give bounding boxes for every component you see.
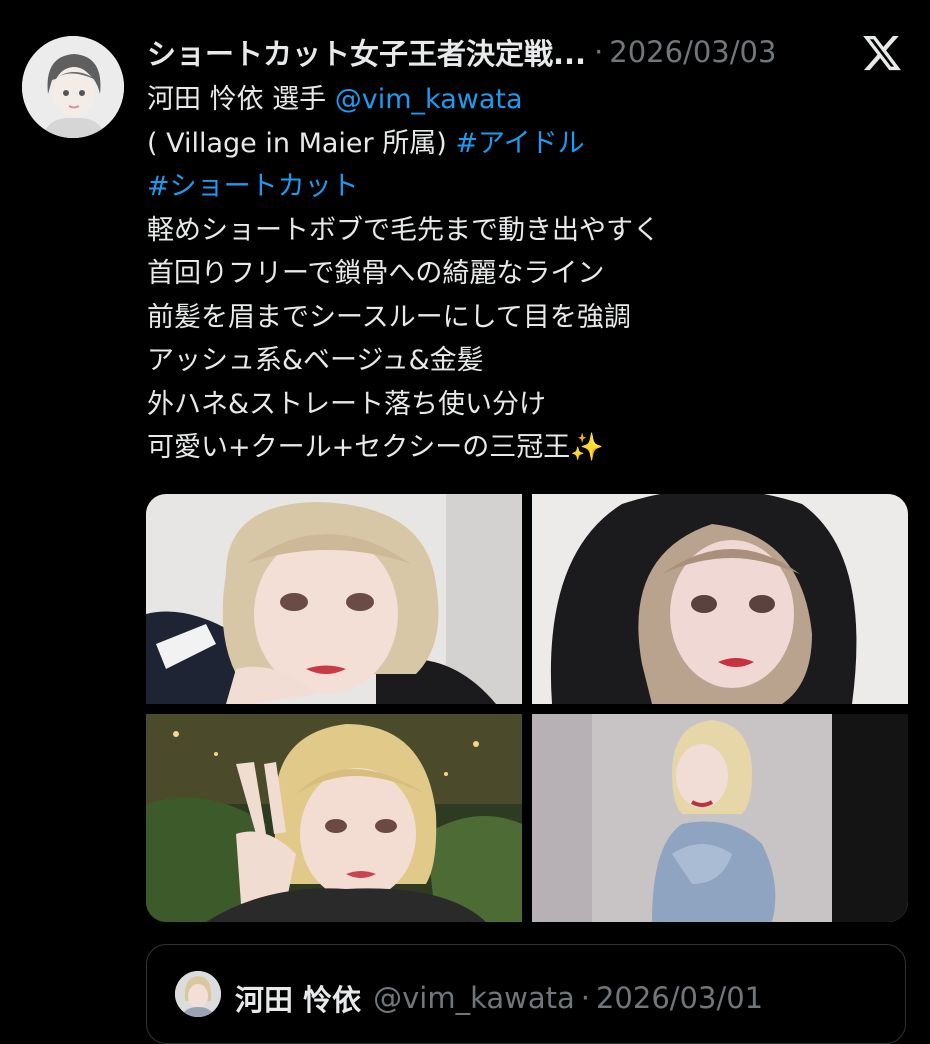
quoted-tweet[interactable]: 河田 怜依 @vim_kawata · 2026/03/01: [146, 944, 906, 1044]
photo-1-image: [146, 494, 522, 704]
photo-1[interactable]: [146, 494, 522, 704]
tweet-line: 首回りフリーで鎖骨への綺麗なライン: [147, 258, 605, 289]
tweet-line: ( Village in Maier 所属) #アイドル: [147, 122, 887, 166]
tweet-date[interactable]: 2026/03/03: [609, 35, 776, 69]
hashtag-link-shortcut[interactable]: #ショートカット: [147, 171, 359, 202]
tweet-line-text: 河田 怜依 選手: [147, 84, 335, 115]
tweet-text: 河田 怜依 選手 @vim_kawata ( Village in Maier …: [147, 78, 887, 470]
photo-2-image: [532, 494, 908, 704]
tweet-line: 前髪を眉までシースルーにして目を強調: [147, 301, 631, 333]
x-logo-icon[interactable]: [861, 32, 903, 74]
header-separator: ·: [594, 35, 604, 69]
quote-author-name[interactable]: 河田 怜依: [235, 977, 361, 1019]
photo-4-image: [532, 714, 908, 922]
photo-3-image: [146, 714, 522, 922]
author-name[interactable]: ショートカット女子王者決定戦...: [147, 31, 586, 73]
quote-date[interactable]: 2026/03/01: [596, 981, 763, 1015]
hashtag-link-idol[interactable]: #アイドル: [455, 128, 584, 159]
tweet-line: #ショートカット: [147, 165, 887, 209]
tweet-line: 軽めショートボブで毛先まで動き出やすく: [147, 214, 660, 246]
quote-separator: ·: [580, 981, 590, 1015]
author-avatar[interactable]: [22, 36, 124, 138]
photo-4[interactable]: [532, 714, 908, 922]
photo-2[interactable]: [532, 494, 908, 704]
quote-author-avatar[interactable]: [175, 971, 221, 1017]
photo-3[interactable]: [146, 714, 522, 922]
tweet-header: ショートカット女子王者決定戦... · 2026/03/03: [147, 30, 847, 74]
media-grid: [146, 494, 908, 922]
tweet-line: 外ハネ&ストレート落ち使い分け: [147, 388, 547, 420]
tweet-line: 可愛い+クール+セクシーの三冠王✨: [147, 432, 604, 463]
mention-link[interactable]: @vim_kawata: [335, 84, 523, 115]
quote-header: 河田 怜依 @vim_kawata · 2026/03/01: [235, 977, 763, 1019]
quote-author-handle[interactable]: @vim_kawata: [373, 981, 575, 1015]
tweet-line-text: ( Village in Maier 所属): [147, 127, 456, 159]
avatar-illustration: [22, 36, 124, 138]
tweet-line: アッシュ系&ベージュ&金髪: [147, 345, 484, 376]
tweet-line: 河田 怜依 選手 @vim_kawata: [147, 78, 887, 122]
quote-avatar-image: [175, 971, 221, 1017]
